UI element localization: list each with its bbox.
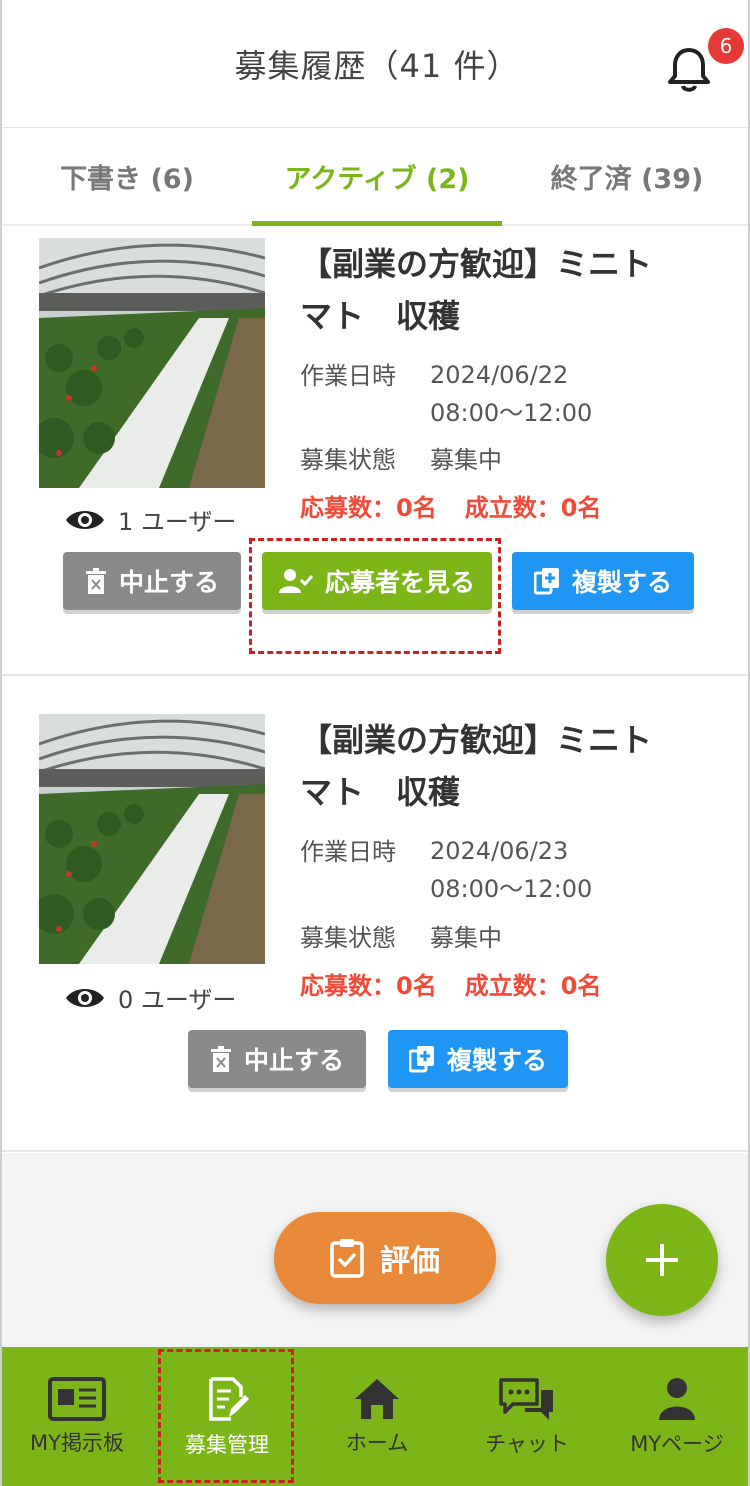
job-title-line2: マト 収穫 xyxy=(300,773,461,811)
duplicate-button[interactable]: 複製する xyxy=(388,1030,568,1088)
nav-label: MY掲示板 xyxy=(30,1430,124,1455)
tab-finished[interactable]: 終了済 (39) xyxy=(502,128,748,224)
cancel-button-label: 中止する xyxy=(118,568,219,597)
notification-bell-icon[interactable] xyxy=(666,46,712,94)
applicant-count: 応募数：0名 xyxy=(300,972,437,1000)
duplicate-button-label: 複製する xyxy=(571,568,672,597)
work-datetime-label: 作業日時 xyxy=(300,838,396,866)
person-check-icon xyxy=(278,569,313,593)
matched-count: 成立数：0名 xyxy=(464,494,602,522)
notification-badge: 6 xyxy=(708,28,744,64)
duplicate-button-label: 複製する xyxy=(446,1046,547,1075)
home-icon xyxy=(355,1378,399,1419)
recruit-status-label: 募集状態 xyxy=(300,924,396,952)
work-time: 08:00～12:00 xyxy=(430,875,593,903)
work-time: 08:00～12:00 xyxy=(430,399,593,427)
view-count-text: 0 ユーザー xyxy=(118,986,237,1014)
copy-icon xyxy=(408,1046,434,1073)
recruit-status-row: 募集状態 募集中 xyxy=(300,440,502,475)
eye-icon xyxy=(66,510,104,529)
counts-row: 応募数：0名 成立数：0名 xyxy=(300,488,601,523)
recruit-status-label: 募集状態 xyxy=(300,446,396,474)
add-job-button[interactable] xyxy=(606,1204,718,1316)
nav-chat[interactable]: チャット xyxy=(452,1347,602,1486)
bottom-navigation: MY掲示板 募集管理 ホーム チャット MYページ xyxy=(2,1347,748,1486)
nav-my-page[interactable]: MYページ xyxy=(602,1347,748,1486)
view-count-text: 1 ユーザー xyxy=(118,508,237,536)
job-card[interactable]: 1 ユーザー 【副業の方歓迎】ミニト マト 収穫 作業日時 2024/06/22… xyxy=(2,228,748,676)
matched-count: 成立数：0名 xyxy=(464,972,602,1000)
job-card[interactable]: 0 ユーザー 【副業の方歓迎】ミニト マト 収穫 作業日時 2024/06/23… xyxy=(2,678,748,1152)
nav-label: 募集管理 xyxy=(185,1432,269,1457)
counts-row: 応募数：0名 成立数：0名 xyxy=(300,966,601,1001)
nav-label: MYページ xyxy=(630,1431,724,1456)
job-title[interactable]: 【副業の方歓迎】ミニト マト 収穫 xyxy=(300,238,700,342)
work-datetime-row: 作業日時 2024/06/23 08:00～12:00 xyxy=(300,832,592,908)
tab-active[interactable]: アクティブ (2) xyxy=(252,128,502,226)
cancel-button[interactable]: 中止する xyxy=(188,1030,366,1088)
nav-recruitment-management[interactable]: 募集管理 xyxy=(152,1347,302,1486)
eye-icon xyxy=(66,988,104,1007)
applicant-count: 応募数：0名 xyxy=(300,494,437,522)
evaluate-button-label: 評価 xyxy=(380,1244,440,1279)
work-datetime-row: 作業日時 2024/06/22 08:00～12:00 xyxy=(300,356,592,432)
nav-label: チャット xyxy=(485,1431,569,1456)
page-title: 募集履歴（41 件） xyxy=(234,46,520,85)
recruit-status-row: 募集状態 募集中 xyxy=(300,918,502,953)
chat-icon xyxy=(499,1377,553,1420)
cancel-button[interactable]: 中止する xyxy=(63,552,241,610)
view-applicants-label: 応募者を見る xyxy=(324,568,475,597)
view-count: 1 ユーザー xyxy=(64,502,236,537)
plus-icon xyxy=(646,1244,678,1276)
job-title-line1: 【副業の方歓迎】ミニト xyxy=(300,721,653,759)
job-title-line2: マト 収穫 xyxy=(300,297,461,335)
duplicate-button[interactable]: 複製する xyxy=(512,552,694,610)
header: 募集履歴（41 件） 6 xyxy=(2,0,748,128)
work-date: 2024/06/22 xyxy=(430,361,569,389)
greenhouse-photo xyxy=(39,238,265,488)
work-datetime-label: 作業日時 xyxy=(300,362,396,390)
person-icon xyxy=(659,1377,695,1420)
cancel-button-label: 中止する xyxy=(243,1046,344,1075)
nav-my-board[interactable]: MY掲示板 xyxy=(2,1347,152,1486)
recruit-status-value: 募集中 xyxy=(430,924,502,952)
greenhouse-photo xyxy=(39,714,265,964)
view-count: 0 ユーザー xyxy=(64,980,236,1015)
clipboard-check-icon xyxy=(330,1239,364,1278)
job-title[interactable]: 【副業の方歓迎】ミニト マト 収穫 xyxy=(300,714,700,818)
tab-draft[interactable]: 下書き (6) xyxy=(2,128,252,224)
recruit-status-value: 募集中 xyxy=(430,446,502,474)
copy-icon xyxy=(533,568,559,595)
app-frame: 募集履歴（41 件） 6 下書き (6) アクティブ (2) 終了済 (39) xyxy=(0,0,750,1486)
status-tabs: 下書き (6) アクティブ (2) 終了済 (39) xyxy=(2,128,748,226)
view-applicants-button[interactable]: 応募者を見る xyxy=(262,552,492,610)
job-title-line1: 【副業の方歓迎】ミニト xyxy=(300,245,653,283)
nav-label: ホーム xyxy=(345,1430,409,1455)
work-date: 2024/06/23 xyxy=(430,837,569,865)
board-icon xyxy=(48,1376,106,1421)
nav-home[interactable]: ホーム xyxy=(302,1347,452,1486)
trash-icon xyxy=(85,568,106,594)
evaluate-button[interactable]: 評価 xyxy=(274,1212,496,1304)
edit-document-icon xyxy=(209,1376,249,1421)
trash-icon xyxy=(210,1046,231,1072)
